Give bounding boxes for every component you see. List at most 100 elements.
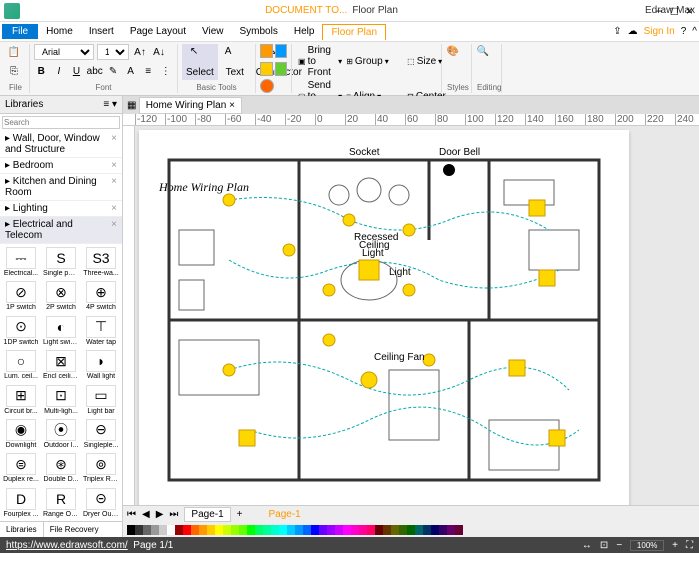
color-swatch[interactable] (159, 525, 167, 535)
font-size-select[interactable]: 10 (97, 44, 129, 60)
group-btn[interactable]: ⊞ Group ▾ (344, 44, 405, 79)
color-swatch[interactable] (447, 525, 455, 535)
collapse-ribbon-icon[interactable]: ^ (692, 26, 697, 37)
close-cat-icon[interactable]: × (111, 219, 117, 241)
color-palette[interactable] (123, 523, 699, 537)
shape-item[interactable]: ⎓Electrical... (3, 247, 39, 277)
color-swatch[interactable] (207, 525, 215, 535)
color-swatch[interactable] (383, 525, 391, 535)
color-swatch[interactable] (127, 525, 135, 535)
file-menu[interactable]: File (2, 24, 38, 39)
shape-item[interactable]: ⊝Dryer Out... (83, 488, 119, 518)
file-recovery-tab[interactable]: File Recovery (44, 522, 105, 537)
shape-item[interactable]: ⊖Singleple... (83, 419, 119, 449)
fill-yellow[interactable] (260, 62, 273, 76)
color-swatch[interactable] (135, 525, 143, 535)
minimize-button[interactable]: − (656, 4, 663, 18)
color-swatch[interactable] (151, 525, 159, 535)
color-swatch[interactable] (223, 525, 231, 535)
shape-item[interactable]: ⊙1DP switch (3, 316, 39, 346)
tab-home[interactable]: Home (38, 24, 81, 39)
fill-blue[interactable] (275, 44, 288, 58)
lib-category[interactable]: ▸ Wall, Door, Window and Structure× (0, 131, 122, 158)
strike-icon[interactable]: abc (87, 63, 103, 79)
page-first-icon[interactable]: ⏮ (127, 509, 136, 520)
canvas[interactable]: Home Wiring Plan (139, 130, 629, 505)
shape-item[interactable]: DFourplex ... (3, 488, 39, 518)
shape-item[interactable]: ◗Wall light (83, 350, 119, 380)
text-tool[interactable]: AText (221, 44, 249, 80)
copy-icon[interactable]: ⎘ (6, 63, 22, 79)
fill-green[interactable] (275, 62, 288, 76)
fit-width-icon[interactable]: ↔ (582, 540, 592, 551)
color-swatch[interactable] (255, 525, 263, 535)
color-swatch[interactable] (167, 525, 175, 535)
shape-item[interactable]: ⊡Multi-ligh... (43, 385, 79, 415)
page-tab[interactable]: Page-1 (184, 507, 230, 522)
lib-menu-icon[interactable]: ≡ ▾ (103, 99, 117, 110)
tab-floor-plan[interactable]: Floor Plan (322, 24, 386, 40)
paste-icon[interactable]: 📋 (6, 44, 22, 60)
cloud-icon[interactable]: ☁ (628, 26, 638, 37)
shape-item[interactable]: ⊛Double D... (43, 453, 79, 483)
color-swatch[interactable] (391, 525, 399, 535)
editing-button[interactable]: 🔍 (476, 44, 497, 69)
close-cat-icon[interactable]: × (111, 160, 117, 171)
color-swatch[interactable] (335, 525, 343, 535)
shape-item[interactable]: S3Three-wa... (83, 247, 119, 277)
lib-category[interactable]: ▸ Electrical and Telecom× (0, 217, 122, 244)
close-cat-icon[interactable]: × (111, 133, 117, 155)
library-search-input[interactable] (2, 116, 120, 129)
share-icon[interactable]: ⇪ (613, 26, 621, 37)
shape-item[interactable]: ○Lum. ceil... (3, 350, 39, 380)
shape-item[interactable]: ▭Light bar (83, 385, 119, 415)
color-swatch[interactable] (319, 525, 327, 535)
color-swatch[interactable] (295, 525, 303, 535)
color-swatch[interactable] (191, 525, 199, 535)
sign-in-link[interactable]: Sign In (644, 26, 675, 37)
color-swatch[interactable] (247, 525, 255, 535)
color-swatch[interactable] (351, 525, 359, 535)
color-swatch[interactable] (271, 525, 279, 535)
close-cat-icon[interactable]: × (111, 176, 117, 198)
bullets-icon[interactable]: ⋮ (158, 63, 173, 79)
shape-item[interactable]: ⊜Duplex re... (3, 453, 39, 483)
font-name-select[interactable]: Arial (34, 44, 94, 60)
color-swatch[interactable] (439, 525, 447, 535)
maximize-button[interactable]: □ (671, 4, 678, 18)
tab-symbols[interactable]: Symbols (232, 24, 286, 39)
fill-orange2[interactable] (260, 79, 274, 93)
font-grow-icon[interactable]: A↑ (132, 44, 148, 60)
color-swatch[interactable] (431, 525, 439, 535)
color-swatch[interactable] (199, 525, 207, 535)
color-swatch[interactable] (407, 525, 415, 535)
shape-item[interactable]: ◉Downlight (3, 419, 39, 449)
color-swatch[interactable] (279, 525, 287, 535)
page-next-icon[interactable]: ▶ (156, 509, 164, 520)
fill-orange[interactable] (260, 44, 273, 58)
highlight-icon[interactable]: ✎ (106, 63, 121, 79)
color-swatch[interactable] (359, 525, 367, 535)
zoom-input[interactable] (630, 540, 664, 551)
color-swatch[interactable] (263, 525, 271, 535)
bold-icon[interactable]: B (34, 63, 49, 79)
lib-category[interactable]: ▸ Bedroom× (0, 158, 122, 174)
close-button[interactable]: × (686, 4, 693, 18)
underline-icon[interactable]: U (69, 63, 84, 79)
align-icon[interactable]: ≡ (141, 63, 156, 79)
shape-item[interactable]: SSingle pol... (43, 247, 79, 277)
select-tool[interactable]: ↖Select (182, 44, 218, 80)
color-swatch[interactable] (367, 525, 375, 535)
color-swatch[interactable] (375, 525, 383, 535)
color-swatch[interactable] (327, 525, 335, 535)
lib-category[interactable]: ▸ Kitchen and Dining Room× (0, 174, 122, 201)
add-page-icon[interactable]: + (237, 509, 243, 520)
shape-item[interactable]: ⊤Water tap (83, 316, 119, 346)
tab-insert[interactable]: Insert (81, 24, 122, 39)
shape-item[interactable]: RRange Ou... (43, 488, 79, 518)
bring-front[interactable]: ▣ Bring to Front ▾ (296, 44, 344, 79)
page-last-icon[interactable]: ⏭ (169, 509, 178, 520)
shape-item[interactable]: ⊘1P switch (3, 281, 39, 311)
libraries-tab[interactable]: Libraries (0, 522, 44, 537)
close-cat-icon[interactable]: × (111, 203, 117, 214)
